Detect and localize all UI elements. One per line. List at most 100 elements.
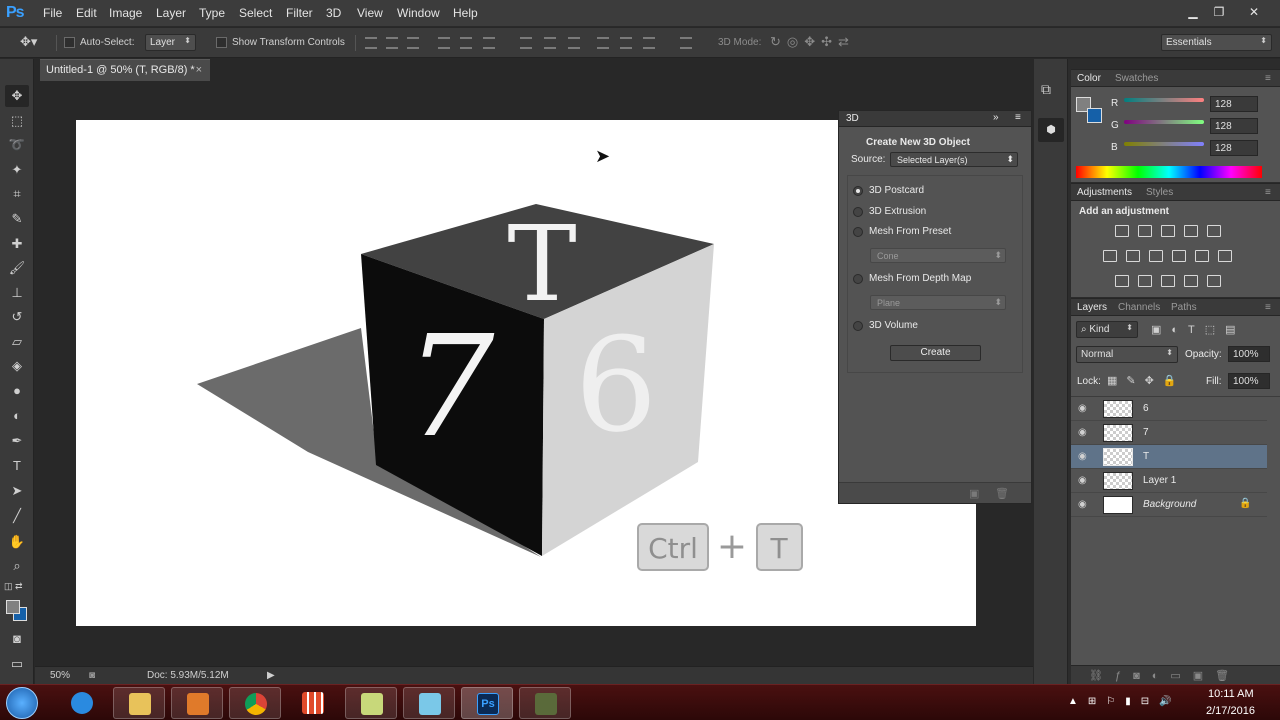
history-panel-icon[interactable]: ⧉ <box>1041 81 1051 98</box>
distribute-top-icon[interactable] <box>520 37 532 49</box>
move-tool-preset-icon[interactable]: ✥▾ <box>20 34 37 50</box>
3d-panel-icon[interactable]: ⬢ <box>1038 118 1064 142</box>
3d-mode-icons[interactable]: ↻◎✥✣⇄ <box>770 34 855 50</box>
close-icon[interactable]: ✕ <box>1243 3 1265 21</box>
collapse-panel-icon[interactable]: » <box>993 112 999 123</box>
vibrance-icon[interactable] <box>1207 225 1221 237</box>
depth-map-dropdown[interactable]: Plane ⬍ <box>870 295 1006 310</box>
taskbar-apps[interactable] <box>287 687 339 719</box>
quick-mask-icon[interactable]: ◙ <box>5 628 29 650</box>
line-tool-icon[interactable]: ╱ <box>5 505 29 527</box>
brightness-contrast-icon[interactable] <box>1115 225 1129 237</box>
eyedropper-tool-icon[interactable]: ✎ <box>5 208 29 230</box>
pen-tool-icon[interactable]: ✒ <box>5 430 29 452</box>
tab-layers[interactable]: Layers <box>1077 302 1107 313</box>
source-dropdown[interactable]: Selected Layer(s) ⬍ <box>890 152 1018 167</box>
history-brush-tool-icon[interactable]: ↺ <box>5 306 29 328</box>
align-left-icon[interactable] <box>438 37 450 49</box>
system-tray-icons[interactable]: ▲⊞⚐▮⊟🔊 <box>1068 696 1182 707</box>
eye-icon[interactable]: ◉ <box>1078 451 1087 462</box>
dodge-tool-icon[interactable]: ◐ <box>5 405 29 427</box>
layer-footer-icons[interactable]: ⛓ƒ◙◐▭▣🗑 <box>1089 669 1241 682</box>
clock-date[interactable]: 2/17/2016 <box>1206 705 1255 717</box>
selective-color-icon[interactable] <box>1184 275 1198 287</box>
minimize-icon[interactable]: ▁ <box>1182 3 1204 21</box>
zoom-tool-icon[interactable]: ⌕ <box>5 555 29 577</box>
color-balance-icon[interactable] <box>1126 250 1140 262</box>
taskbar-photoshop[interactable]: Ps <box>461 687 513 719</box>
distribute-bottom-icon[interactable] <box>568 37 580 49</box>
taskbar-chrome[interactable] <box>229 687 281 719</box>
tab-channels[interactable]: Channels <box>1118 302 1160 313</box>
menu-layer[interactable]: Layer <box>156 6 186 20</box>
type-tool-icon[interactable]: T <box>5 455 29 477</box>
layer-row-7[interactable]: ◉ 7 <box>1071 421 1267 445</box>
menu-edit[interactable]: Edit <box>76 6 97 20</box>
hand-tool-icon[interactable]: ✋ <box>5 531 29 553</box>
align-vcenter-icon[interactable] <box>386 37 398 49</box>
layer-row-6[interactable]: ◉ 6 <box>1071 397 1267 421</box>
healing-brush-tool-icon[interactable]: ✚ <box>5 233 29 255</box>
layer-row-t[interactable]: ◉ T <box>1071 445 1267 469</box>
auto-select-checkbox[interactable] <box>64 37 75 48</box>
crop-tool-icon[interactable]: ⌗ <box>5 183 29 205</box>
curves-icon[interactable] <box>1161 225 1175 237</box>
new-item-icon[interactable]: ▣ <box>969 487 979 500</box>
menu-file[interactable]: File <box>43 6 62 20</box>
menu-help[interactable]: Help <box>453 6 478 20</box>
status-menu-arrow-icon[interactable]: ▶ <box>267 670 275 681</box>
menu-filter[interactable]: Filter <box>286 6 313 20</box>
eye-icon[interactable]: ◉ <box>1078 427 1087 438</box>
tab-swatches[interactable]: Swatches <box>1115 73 1158 84</box>
brush-tool-icon[interactable]: 🖌 <box>5 257 29 279</box>
r-field[interactable]: 128 <box>1210 96 1258 112</box>
color-lookup-icon[interactable] <box>1218 250 1232 262</box>
align-bottom-icon[interactable] <box>407 37 419 49</box>
eraser-tool-icon[interactable]: ▱ <box>5 331 29 353</box>
trash-icon[interactable]: 🗑 <box>995 487 1009 500</box>
move-tool-icon[interactable]: ✥ <box>5 85 29 107</box>
menu-select[interactable]: Select <box>239 6 272 20</box>
distribute-right-icon[interactable] <box>643 37 655 49</box>
swap-colors-icon[interactable]: ◫ ⇄ <box>4 581 23 592</box>
menu-3d[interactable]: 3D <box>326 6 341 20</box>
panel-menu-icon[interactable]: ≡ <box>1265 187 1271 198</box>
blur-tool-icon[interactable]: ● <box>5 380 29 402</box>
layer-filter-icons[interactable]: ▣◐T⬚▤ <box>1151 323 1246 336</box>
lock-icons[interactable]: ▦✎✥🔒 <box>1107 374 1186 387</box>
levels-icon[interactable] <box>1138 225 1152 237</box>
foreground-color-swatch[interactable] <box>6 600 20 614</box>
zoom-level[interactable]: 50% <box>50 670 70 681</box>
layer-row-layer-1[interactable]: ◉ Layer 1 <box>1071 469 1267 493</box>
distribute-vcenter-icon[interactable] <box>544 37 556 49</box>
auto-align-icon[interactable] <box>680 37 692 49</box>
close-tab-icon[interactable]: × <box>196 64 202 76</box>
taskbar-recorder[interactable] <box>519 687 571 719</box>
eye-icon[interactable]: ◉ <box>1078 403 1087 414</box>
path-selection-tool-icon[interactable]: ➤ <box>5 480 29 502</box>
create-button[interactable]: Create <box>890 345 981 361</box>
tab-color[interactable]: Color <box>1077 73 1101 84</box>
gradient-map-icon[interactable] <box>1207 275 1221 287</box>
r-slider[interactable] <box>1124 98 1204 102</box>
3d-volume-radio[interactable] <box>853 321 863 331</box>
show-transform-checkbox[interactable] <box>216 37 227 48</box>
channel-mixer-icon[interactable] <box>1195 250 1209 262</box>
photo-filter-icon[interactable] <box>1172 250 1186 262</box>
g-field[interactable]: 128 <box>1210 118 1258 134</box>
eye-icon[interactable]: ◉ <box>1078 475 1087 486</box>
3d-extrusion-radio[interactable] <box>853 207 863 217</box>
magic-wand-tool-icon[interactable]: ✦ <box>5 159 29 181</box>
taskbar-explorer[interactable] <box>113 687 165 719</box>
align-right-icon[interactable] <box>483 37 495 49</box>
taskbar-media[interactable] <box>171 687 223 719</box>
3d-postcard-radio[interactable] <box>853 186 863 196</box>
panel-menu-icon[interactable]: ≡ <box>1265 302 1271 313</box>
color-ramp[interactable] <box>1076 166 1262 178</box>
distribute-left-icon[interactable] <box>597 37 609 49</box>
hue-saturation-icon[interactable] <box>1103 250 1117 262</box>
layer-row-background[interactable]: ◉ Background 🔒 <box>1071 493 1267 517</box>
menu-view[interactable]: View <box>357 6 383 20</box>
clone-stamp-tool-icon[interactable]: ⊥ <box>5 282 29 304</box>
mesh-from-depth-map-radio[interactable] <box>853 274 863 284</box>
